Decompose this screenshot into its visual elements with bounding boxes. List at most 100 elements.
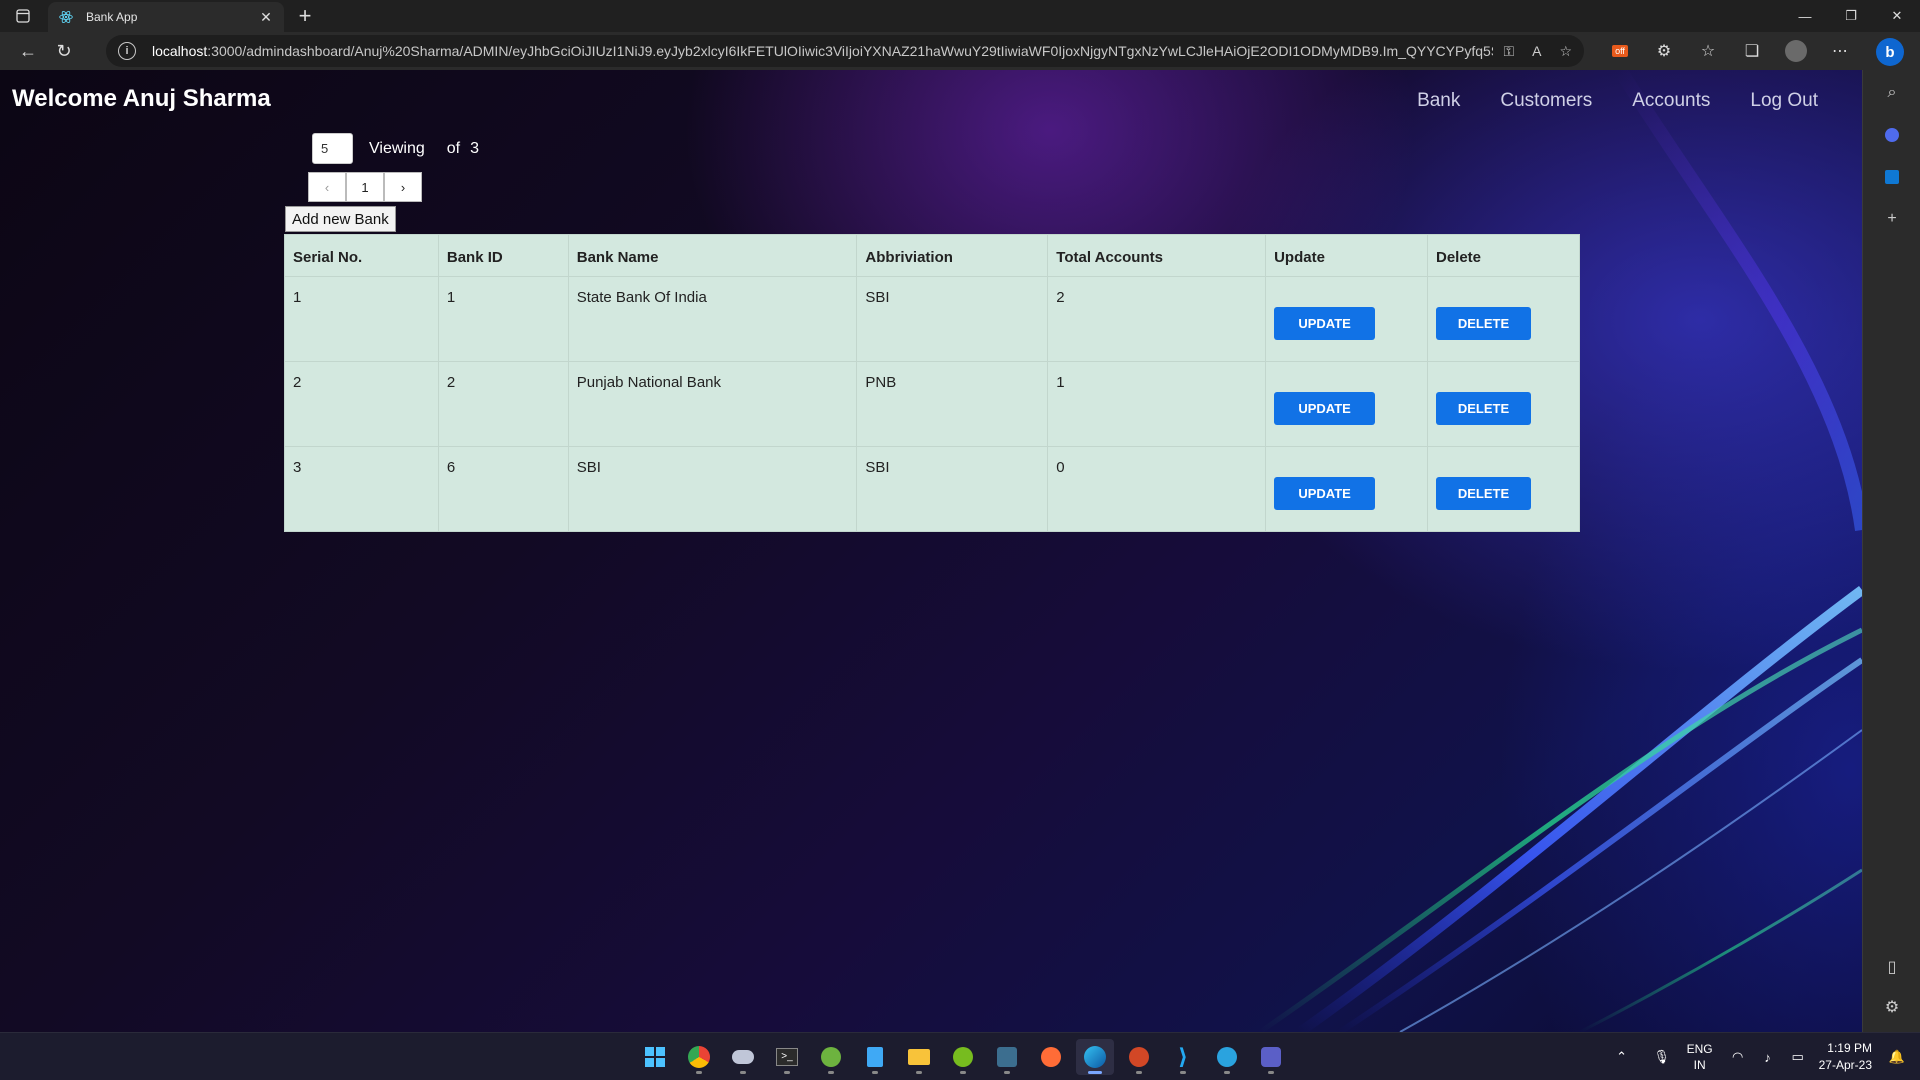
of-label: of [446,139,461,157]
bank-name-cell: State Bank Of India [567,276,858,362]
battery-icon[interactable]: ▭ [1783,1049,1813,1065]
command-prompt-icon[interactable]: >_ [768,1039,806,1075]
edge-sidebar: ⌕ + ▯ ⚙ [1862,70,1920,1032]
sidebar-add-icon[interactable]: + [1863,198,1920,240]
delete-button[interactable]: DELETE [1436,307,1531,340]
notifications-icon[interactable]: 🔔 [1882,1049,1912,1065]
restore-icon[interactable]: ❐ [1828,0,1874,32]
nav-accounts[interactable]: Accounts [1632,90,1710,112]
next-page-button[interactable]: › [384,172,422,202]
welcome-heading: Welcome Anuj Sharma [12,85,271,112]
teams-icon[interactable] [1252,1039,1290,1075]
favorite-add-icon[interactable]: ☆ [1559,43,1572,60]
page-viewport: Welcome Anuj Sharma Bank Customers Accou… [0,70,1862,1032]
col-bank-name-header: Bank Name [567,234,858,277]
delete-button[interactable]: DELETE [1436,392,1531,425]
spring-tool-icon[interactable] [812,1039,850,1075]
spring-boot-icon[interactable] [944,1039,982,1075]
delete-button[interactable]: DELETE [1436,477,1531,510]
region-code: IN [1693,1058,1706,1072]
tab-actions-icon[interactable] [0,0,46,32]
notepad-icon[interactable] [856,1039,894,1075]
total-count: 3 [470,139,479,157]
sidebar-toggle-icon[interactable]: ▯ [1863,946,1920,988]
chrome-icon[interactable] [680,1039,718,1075]
bing-icon[interactable]: b [1876,38,1904,66]
mic-muted-icon[interactable]: 🎙 [1647,1049,1677,1065]
extensions-icon[interactable]: ⚙ [1642,32,1686,70]
banks-table: Serial No. Bank ID Bank Name Abbriviatio… [284,234,1580,532]
col-serial-header: Serial No. [284,234,439,277]
key-icon[interactable]: ⚿ [1503,43,1514,60]
total-accounts-cell: 0 [1047,446,1267,532]
total-accounts-cell: 2 [1047,276,1267,362]
delete-cell: DELETE [1427,446,1580,532]
browser-toolbar: ← ↻ i localhost:3000/admindashboard/Anuj… [0,32,1920,70]
sidebar-search-icon[interactable]: ⌕ [1863,72,1920,114]
page-size-input[interactable]: 5 [312,133,353,164]
prev-page-button[interactable]: ‹ [308,172,346,202]
more-menu-icon[interactable]: ⋯ [1818,32,1862,70]
table-row: 1 1 State Bank Of India SBI 2 UPDATE DEL… [284,276,1580,362]
sidebar-outlook-icon[interactable] [1863,156,1920,198]
info-icon[interactable]: i [118,42,136,60]
wifi-icon[interactable]: ◠ [1723,1049,1753,1065]
abbreviation-cell: PNB [856,361,1049,447]
current-page-button[interactable]: 1 [346,172,384,202]
close-window-icon[interactable]: ✕ [1874,0,1920,32]
clock[interactable]: 1:19 PM 27-Apr-23 [1819,1040,1872,1074]
start-icon[interactable] [636,1039,674,1075]
nav-bank[interactable]: Bank [1417,90,1460,112]
nav-logout[interactable]: Log Out [1750,90,1818,112]
clock-time: 1:19 PM [1827,1041,1872,1055]
extension-off-icon[interactable]: off [1598,32,1642,70]
collections-icon[interactable]: ❏ [1730,32,1774,70]
update-cell: UPDATE [1265,446,1428,532]
address-bar[interactable]: i localhost:3000/admindashboard/Anuj%20S… [106,35,1584,67]
delete-cell: DELETE [1427,276,1580,362]
sidebar-discover-icon[interactable] [1863,114,1920,156]
table-row: 3 6 SBI SBI 0 UPDATE DELETE [284,446,1580,532]
mysql-workbench-icon[interactable] [988,1039,1026,1075]
serial-cell: 3 [284,446,439,532]
clock-date: 27-Apr-23 [1818,1058,1872,1072]
browser-tab[interactable]: Bank App ✕ [48,2,284,32]
update-cell: UPDATE [1265,361,1428,447]
close-tab-icon[interactable]: ✕ [258,9,274,26]
abbreviation-cell: SBI [856,276,1049,362]
vscode-icon[interactable]: ⟩ [1164,1039,1202,1075]
file-explorer-icon[interactable] [900,1039,938,1075]
favorites-icon[interactable]: ☆ [1686,32,1730,70]
new-tab-icon[interactable]: + [293,3,317,28]
profile-avatar[interactable] [1774,32,1818,70]
language-indicator[interactable]: ENG IN [1687,1041,1713,1073]
volume-icon[interactable]: ♪ [1753,1050,1783,1065]
sidebar-settings-icon[interactable]: ⚙ [1863,986,1920,1028]
minimize-icon[interactable]: — [1782,0,1828,32]
table-row: 2 2 Punjab National Bank PNB 1 UPDATE DE… [284,361,1580,447]
delete-cell: DELETE [1427,361,1580,447]
terminal-app-icon[interactable] [724,1039,762,1075]
show-hidden-icons-icon[interactable]: ⌃ [1607,1049,1637,1065]
update-button[interactable]: UPDATE [1274,307,1376,340]
refresh-icon[interactable]: ↻ [46,33,82,69]
update-button[interactable]: UPDATE [1274,392,1376,425]
add-new-bank-button[interactable]: Add new Bank [285,206,396,232]
serial-cell: 2 [284,361,439,447]
toolbar-extensions: off ⚙ ☆ ❏ ⋯ [1598,32,1920,70]
col-total-accounts-header: Total Accounts [1047,234,1267,277]
edge-icon[interactable] [1076,1039,1114,1075]
postman-icon[interactable] [1032,1039,1070,1075]
url-text[interactable]: localhost:3000/admindashboard/Anuj%20Sha… [152,43,1493,59]
back-icon[interactable]: ← [10,33,46,69]
bank-name-cell: Punjab National Bank [567,361,858,447]
read-aloud-icon[interactable]: A [1532,43,1541,60]
nav-customers[interactable]: Customers [1500,90,1592,112]
update-button[interactable]: UPDATE [1274,477,1376,510]
col-update-header: Update [1265,234,1428,277]
react-icon [58,9,74,25]
telegram-icon[interactable] [1208,1039,1246,1075]
window-controls: — ❐ ✕ [1782,0,1920,32]
bank-id-cell: 6 [437,446,569,532]
powerpoint-icon[interactable] [1120,1039,1158,1075]
